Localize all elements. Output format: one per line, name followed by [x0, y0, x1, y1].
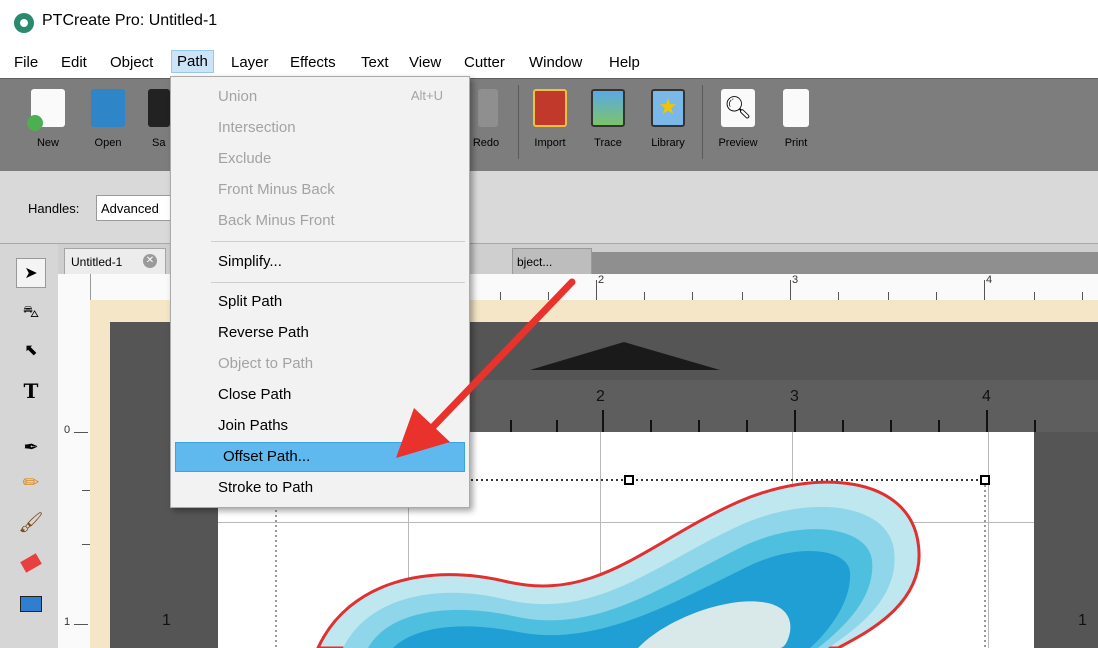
eraser-tool-icon[interactable] [16, 548, 46, 578]
text-tool-icon[interactable]: T [16, 376, 46, 406]
menu-text[interactable]: Text [355, 52, 395, 73]
import-button[interactable]: Import [522, 89, 578, 149]
main-toolbar: New Open Sa Redo Import Trace ★ Library … [0, 78, 1098, 172]
print-icon [783, 89, 809, 127]
menu-layer[interactable]: Layer [225, 52, 275, 73]
menu-window[interactable]: Window [523, 52, 588, 73]
brush-tool-icon[interactable]: 🖌︎ [16, 508, 46, 538]
app-logo-icon [14, 13, 34, 33]
preview-button[interactable]: 🔍︎ Preview [710, 89, 766, 149]
menu-bar: File Edit Object Path Layer Effects Text… [0, 44, 1098, 78]
new-document-icon [27, 89, 65, 131]
menu-view[interactable]: View [403, 52, 447, 73]
toolbar-separator [702, 85, 703, 159]
menu-item-exclude[interactable]: Exclude [171, 145, 469, 175]
save-button[interactable]: Sa [134, 89, 170, 149]
library-button[interactable]: ★ Library [640, 89, 696, 149]
direct-select-icon[interactable]: ⬉ [16, 336, 46, 366]
vertical-ruler: 0 1 [58, 274, 91, 648]
rectangle-tool-icon[interactable] [16, 588, 46, 618]
menu-item-union[interactable]: Union Alt+U [171, 83, 469, 113]
tool-strip: ➤ ⛍ ⬉ T ✒ ✏ 🖌︎ [0, 244, 59, 648]
window-title: PTCreate Pro: Untitled-1 [42, 12, 218, 29]
menu-item-intersection[interactable]: Intersection [171, 114, 469, 144]
menu-edit[interactable]: Edit [55, 52, 93, 73]
open-button[interactable]: Open [80, 89, 136, 149]
preview-magnifier-icon: 🔍︎ [721, 89, 755, 127]
save-disk-icon [148, 89, 170, 127]
options-bar: Handles: Advanced [0, 171, 1098, 244]
tab-close-icon[interactable]: ✕ [143, 254, 157, 268]
import-svg-icon [533, 89, 567, 127]
tab-strip-fill [592, 252, 1098, 274]
select-arrow-icon[interactable]: ➤ [16, 258, 46, 288]
menu-effects[interactable]: Effects [284, 52, 342, 73]
menu-object[interactable]: Object [104, 52, 159, 73]
annotation-arrow-icon [396, 278, 576, 458]
trace-button[interactable]: Trace [580, 89, 636, 149]
inner-ruler-right-label: 1 [1078, 612, 1087, 629]
menu-cutter[interactable]: Cutter [458, 52, 511, 73]
redo-icon [478, 89, 498, 127]
menu-item-stroke-to-path[interactable]: Stroke to Path [171, 474, 469, 504]
menu-file[interactable]: File [8, 52, 44, 73]
union-shortcut: Alt+U [410, 88, 443, 103]
handles-label: Handles: [28, 201, 80, 216]
pen-tool-icon[interactable]: ✒ [16, 432, 46, 462]
menu-item-back-minus-front[interactable]: Back Minus Front [171, 207, 469, 237]
title-bar: PTCreate Pro: Untitled-1 [0, 0, 1098, 44]
open-folder-icon [91, 89, 125, 127]
pencil-tool-icon[interactable]: ✏ [16, 468, 46, 498]
library-star-icon: ★ [651, 89, 685, 127]
node-edit-icon[interactable]: ⛍ [16, 298, 46, 328]
handles-select[interactable]: Advanced [96, 195, 180, 221]
print-button[interactable]: Print [768, 89, 824, 149]
menu-help[interactable]: Help [603, 52, 646, 73]
menu-separator [211, 241, 465, 242]
menu-item-front-minus-back[interactable]: Front Minus Back [171, 176, 469, 206]
tab-untitled-1[interactable]: Untitled-1 ✕ [64, 248, 166, 274]
trace-image-icon [591, 89, 625, 127]
inner-ruler-left-label: 1 [162, 612, 171, 629]
new-button[interactable]: New [20, 89, 76, 149]
menu-path[interactable]: Path [171, 50, 214, 73]
toolbar-separator [518, 85, 519, 159]
